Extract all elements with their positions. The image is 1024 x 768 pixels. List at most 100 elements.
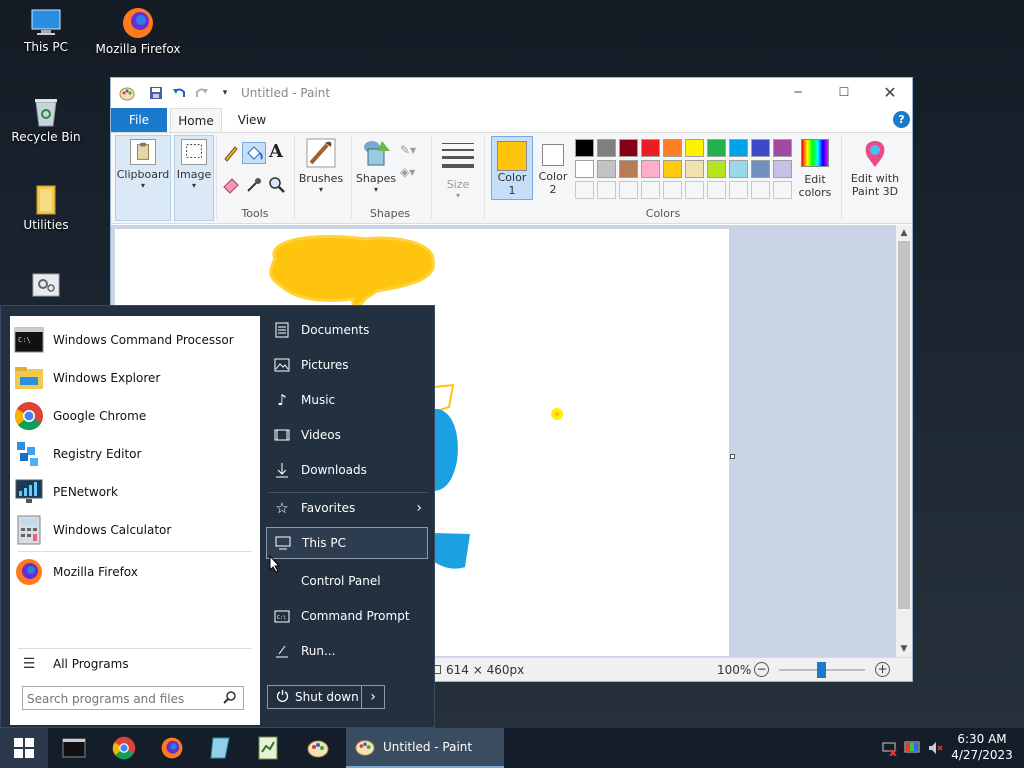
title-bar[interactable]: ▾ Untitled - Paint ─ ☐ ✕ — [111, 78, 912, 108]
edit-with-paint3d-button[interactable]: Edit with Paint 3D — [845, 139, 905, 198]
color1-button[interactable]: Color 1 — [491, 136, 533, 200]
palette-swatch[interactable] — [575, 160, 594, 178]
start-item-run[interactable]: Run... — [266, 635, 428, 667]
tab-file[interactable]: File — [111, 108, 167, 132]
clipboard-button[interactable]: Clipboard ▾ — [115, 139, 171, 190]
palette-swatch[interactable] — [663, 160, 682, 178]
start-item-pictures[interactable]: Pictures — [266, 349, 428, 381]
program-item-calculator[interactable]: Windows Calculator — [10, 512, 260, 548]
color-picker-icon[interactable] — [244, 175, 264, 195]
palette-swatch[interactable] — [773, 181, 792, 199]
palette-swatch[interactable] — [597, 160, 616, 178]
taskbar-notepad[interactable] — [200, 728, 240, 768]
palette-swatch[interactable] — [751, 160, 770, 178]
start-item-downloads[interactable]: Downloads — [266, 454, 428, 486]
clock[interactable]: 6:30 AM 4/27/2023 — [948, 731, 1016, 763]
desktop-icon-recycle-bin[interactable]: Recycle Bin — [0, 96, 92, 144]
palette-swatch[interactable] — [619, 181, 638, 199]
zoom-slider[interactable] — [779, 662, 865, 678]
palette-swatch[interactable] — [619, 160, 638, 178]
image-button[interactable]: Image ▾ — [174, 139, 214, 190]
search-box[interactable] — [22, 686, 244, 710]
shapes-button[interactable]: Shapes ▾ — [354, 137, 398, 194]
close-button[interactable]: ✕ — [867, 78, 913, 106]
start-item-command-prompt[interactable]: C:\ Command Prompt — [266, 600, 428, 632]
desktop-icon-this-pc[interactable]: This PC — [0, 8, 92, 54]
palette-swatch[interactable] — [707, 139, 726, 157]
start-item-videos[interactable]: Videos — [266, 419, 428, 451]
palette-swatch[interactable] — [575, 139, 594, 157]
zoom-in-button[interactable]: + — [875, 662, 890, 677]
desktop-icon-utilities[interactable]: Utilities — [0, 184, 92, 232]
minimize-button[interactable]: ─ — [775, 78, 821, 106]
palette-swatch[interactable] — [685, 139, 704, 157]
pencil-icon[interactable] — [221, 143, 241, 163]
fill-icon[interactable] — [242, 142, 266, 164]
start-item-this-pc[interactable]: This PC — [266, 527, 428, 559]
tab-view[interactable]: View — [226, 108, 278, 132]
palette-swatch[interactable] — [641, 181, 660, 199]
vertical-scrollbar[interactable]: ▲ ▼ — [896, 225, 912, 657]
size-button[interactable]: Size ▾ — [435, 139, 481, 200]
taskbar-cmd[interactable] — [54, 728, 94, 768]
paint-app-icon[interactable] — [119, 85, 135, 101]
palette-swatch[interactable] — [707, 181, 726, 199]
palette-swatch[interactable] — [619, 139, 638, 157]
palette-swatch[interactable] — [685, 160, 704, 178]
palette-swatch[interactable] — [663, 181, 682, 199]
program-item-firefox[interactable]: Mozilla Firefox — [10, 554, 260, 590]
start-item-music[interactable]: ♪ Music — [266, 384, 428, 416]
palette-swatch[interactable] — [729, 139, 748, 157]
color2-button[interactable]: Color 2 — [535, 136, 571, 196]
taskbar-paint[interactable] — [298, 728, 338, 768]
program-item-cmd[interactable]: C:\ Windows Command Processor — [10, 322, 260, 358]
palette-swatch[interactable] — [773, 160, 792, 178]
tray-volume[interactable] — [926, 728, 944, 768]
undo-icon[interactable] — [171, 85, 187, 101]
outline-icon[interactable]: ✎▾ — [400, 143, 416, 157]
scroll-down-arrow[interactable]: ▼ — [896, 641, 912, 657]
zoom-slider-thumb[interactable] — [817, 662, 826, 678]
palette-swatch[interactable] — [575, 181, 594, 199]
eraser-icon[interactable] — [221, 175, 241, 195]
palette-swatch[interactable] — [707, 160, 726, 178]
desktop-icon-settings[interactable] — [0, 272, 92, 300]
program-item-penetwork[interactable]: PENetwork — [10, 474, 260, 510]
shutdown-button[interactable]: Shut down — [267, 685, 362, 709]
text-icon[interactable]: A — [269, 141, 283, 162]
search-input[interactable] — [27, 690, 217, 707]
brushes-button[interactable]: Brushes ▾ — [297, 137, 345, 194]
palette-swatch[interactable] — [751, 139, 770, 157]
redo-icon[interactable] — [194, 85, 210, 101]
shutdown-options-button[interactable]: › — [361, 685, 385, 709]
shape-fill-icon[interactable]: ◈▾ — [400, 165, 415, 179]
tray-display[interactable] — [903, 728, 921, 768]
start-item-favorites[interactable]: ☆ Favorites › — [266, 492, 428, 524]
program-item-chrome[interactable]: Google Chrome — [10, 398, 260, 434]
start-item-control-panel[interactable]: Control Panel — [266, 565, 428, 597]
maximize-button[interactable]: ☐ — [821, 78, 867, 106]
magnifier-icon[interactable] — [267, 175, 287, 195]
customize-toolbar-icon[interactable]: ▾ — [217, 85, 233, 101]
taskbar-chrome[interactable] — [104, 728, 144, 768]
palette-swatch[interactable] — [729, 181, 748, 199]
start-item-documents[interactable]: Documents — [266, 314, 428, 346]
start-button[interactable] — [0, 728, 48, 768]
tab-home[interactable]: Home — [170, 108, 222, 132]
help-icon[interactable]: ? — [893, 111, 910, 128]
edit-colors-button[interactable]: Edit colors — [795, 139, 835, 199]
palette-swatch[interactable] — [641, 139, 660, 157]
palette-swatch[interactable] — [663, 139, 682, 157]
taskbar-window-paint[interactable]: Untitled - Paint — [346, 728, 504, 768]
palette-swatch[interactable] — [597, 139, 616, 157]
scroll-thumb[interactable] — [898, 241, 910, 609]
taskbar-task-manager[interactable] — [248, 728, 288, 768]
zoom-out-button[interactable]: − — [754, 662, 769, 677]
tray-network[interactable] — [880, 728, 898, 768]
scroll-up-arrow[interactable]: ▲ — [896, 225, 912, 241]
program-item-registry[interactable]: Registry Editor — [10, 436, 260, 472]
desktop-icon-firefox[interactable]: Mozilla Firefox — [92, 6, 184, 56]
palette-swatch[interactable] — [685, 181, 704, 199]
palette-swatch[interactable] — [641, 160, 660, 178]
search-icon[interactable] — [223, 690, 237, 707]
